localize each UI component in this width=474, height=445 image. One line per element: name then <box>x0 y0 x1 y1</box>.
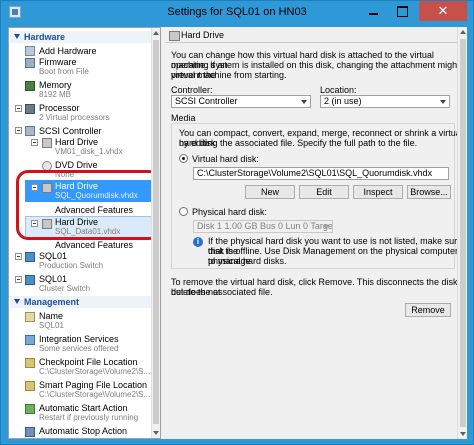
maximize-button[interactable] <box>389 1 415 21</box>
title-bar[interactable]: Settings for SQL01 on HN03 ✕ <box>1 1 473 25</box>
net2-expander[interactable] <box>15 276 22 283</box>
virtual-hard-disk-label: Virtual hard disk: <box>192 154 259 164</box>
scroll-down-icon[interactable] <box>153 431 159 435</box>
tree-item-network-cluster-detail: Cluster Switch <box>39 284 91 293</box>
settings-client: Hardware Add Hardware Firmware Boot from… <box>8 27 467 439</box>
hard-drive-settings-panel: Hard Drive You can change how this virtu… <box>165 27 467 439</box>
location-label: Location: <box>320 85 357 95</box>
processor-expander[interactable] <box>15 105 22 112</box>
physical-hard-disk-label: Physical hard disk: <box>192 207 268 217</box>
location-select[interactable]: 2 (in use) <box>320 95 450 108</box>
net1-expander[interactable] <box>15 253 22 260</box>
panel-header: Hard Drive <box>165 27 463 43</box>
auto-stop-icon <box>25 427 35 437</box>
management-section-header[interactable]: Management <box>10 296 152 308</box>
controller-select[interactable]: SCSI Controller <box>171 95 311 108</box>
paging-folder-icon <box>25 381 35 391</box>
hardware-section-header[interactable]: Hardware <box>10 31 152 43</box>
vhd-path-input[interactable]: C:\ClusterStorage\Volume2\SQL01\SQL_Quor… <box>193 167 449 180</box>
settings-window: Settings for SQL01 on HN03 ✕ Hardware Ad… <box>0 0 474 445</box>
scsi-expander[interactable] <box>15 127 22 134</box>
checkpoint-folder-icon <box>25 358 35 368</box>
panel-scrollbar[interactable] <box>457 27 467 439</box>
inspect-button[interactable]: Inspect <box>353 185 403 199</box>
tree-item-hard-drive-1-detail: VM01_disk_1.vhdx <box>55 147 123 156</box>
tree-item-firmware-detail: Boot from File <box>39 67 89 76</box>
physical-note-line-3: physical hard disks. <box>208 256 287 266</box>
tree-item-processor-detail: 2 Virtual processors <box>39 113 110 122</box>
hard-drive-icon <box>42 138 52 148</box>
controller-label: Controller: <box>171 85 213 95</box>
physical-disk-select[interactable]: Disk 1 1.00 GB Bus 0 Lun 0 Target 0 <box>193 220 333 233</box>
tree-item-automatic-start-detail: Restart if previously running <box>39 413 139 422</box>
auto-start-icon <box>25 404 35 414</box>
network-adapter-icon <box>25 275 35 285</box>
new-button[interactable]: New <box>245 185 295 199</box>
scsi-controller-icon <box>25 126 35 136</box>
tree-item-checkpoint-detail: C:\ClusterStorage\Volume2\S... <box>39 367 151 376</box>
scroll-thumb[interactable] <box>460 39 466 427</box>
processor-icon <box>25 104 35 114</box>
remove-button[interactable]: Remove <box>405 303 451 317</box>
firmware-icon <box>25 58 35 68</box>
intro-text-line-3: virtual machine from starting. <box>171 70 287 80</box>
tree-item-name-detail: SQL01 <box>39 321 64 330</box>
settings-tree: Hardware Add Hardware Firmware Boot from… <box>8 27 161 439</box>
scroll-up-icon[interactable] <box>460 30 466 34</box>
browse-button[interactable]: Browse... <box>407 185 451 199</box>
media-label: Media <box>171 113 196 123</box>
name-icon <box>25 312 35 322</box>
media-desc-line-2: by editing the associated file. Specify … <box>179 138 418 148</box>
highlight-annotation <box>16 170 160 240</box>
scroll-down-icon[interactable] <box>460 432 466 436</box>
scroll-up-icon[interactable] <box>153 31 159 35</box>
virtual-hard-disk-radio[interactable] <box>179 154 188 163</box>
physical-hard-disk-radio[interactable] <box>179 207 188 216</box>
tree-item-smart-paging-detail: C:\ClusterStorage\Volume2\S... <box>39 390 151 399</box>
hd1-expander[interactable] <box>31 139 38 146</box>
edit-button[interactable]: Edit <box>299 185 349 199</box>
tree-item-automatic-stop[interactable]: Automatic Stop Action <box>39 425 127 437</box>
tree-item-integration-detail: Some services offered <box>39 344 119 353</box>
close-button[interactable]: ✕ <box>419 1 467 21</box>
integration-services-icon <box>25 335 35 345</box>
scroll-thumb[interactable] <box>153 40 159 424</box>
info-icon: i <box>193 237 203 247</box>
tree-item-network-production-detail: Production Switch <box>39 261 104 270</box>
minimize-button[interactable] <box>361 1 387 21</box>
tree-scrollbar[interactable] <box>151 28 160 438</box>
network-adapter-icon <box>25 252 35 262</box>
tree-item-memory-detail: 8192 MB <box>39 90 72 99</box>
memory-icon <box>25 81 35 91</box>
remove-desc-line-2: delete the associated file. <box>171 287 273 297</box>
add-hardware-icon <box>25 46 35 56</box>
